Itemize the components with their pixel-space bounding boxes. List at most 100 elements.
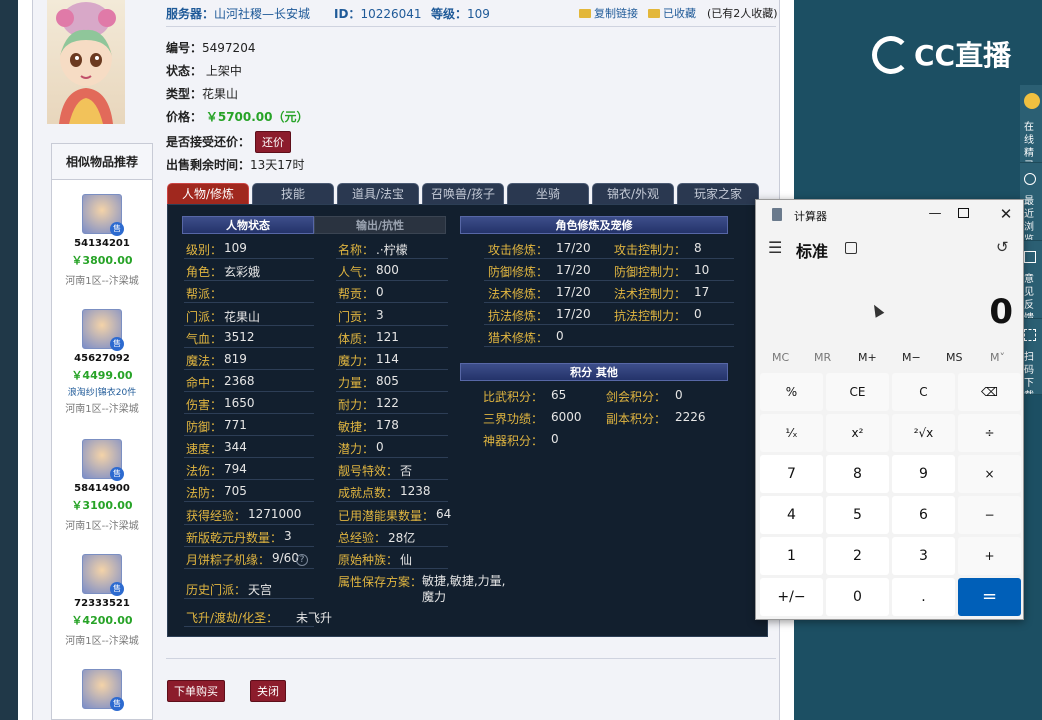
calc-key[interactable]: CE [826, 373, 889, 411]
memory-button[interactable]: M+ [858, 351, 877, 364]
menu-icon[interactable]: ☰ [768, 238, 782, 257]
memory-button[interactable]: M− [902, 351, 921, 364]
calc-key[interactable]: 9 [892, 455, 955, 493]
stat-label: 总经验： [338, 531, 387, 545]
row-divider [184, 413, 314, 414]
stat-label: 防御控制力： [614, 265, 687, 279]
row-divider [336, 457, 448, 458]
similar-item[interactable]: 售 58414900 ￥3100.00 河南1区--汴梁城 [52, 439, 152, 532]
calc-key[interactable]: 7 [760, 455, 823, 493]
calc-key[interactable]: 3 [892, 537, 955, 575]
stat-label: 帮贡： [338, 287, 375, 301]
window-close-button[interactable]: ✕ [994, 202, 1018, 226]
row-divider [184, 302, 314, 303]
calc-key[interactable]: = [958, 578, 1021, 616]
stat-value: 1238 [400, 484, 431, 498]
keep-on-top-icon[interactable] [845, 242, 857, 254]
sale-tag-icon: 售 [110, 582, 124, 596]
stat-label: 力量： [338, 376, 375, 390]
stat-value: 794 [224, 462, 247, 476]
tab-mounts[interactable]: 坐骑 [507, 183, 589, 204]
stat-label: 月饼粽子机缘： [186, 553, 271, 567]
item-thumbnail: 售 [82, 309, 124, 351]
section-output[interactable]: 输出/抗性 [314, 216, 446, 234]
similar-item-extra[interactable]: 浪淘纱|锦衣20件 [52, 385, 152, 398]
row-divider [184, 347, 314, 348]
stat-label: 神器积分： [483, 434, 544, 448]
calc-key[interactable]: 6 [892, 496, 955, 534]
memory-button[interactable]: MC [772, 351, 789, 364]
calc-key[interactable]: . [892, 578, 955, 616]
similar-item[interactable]: 售 [52, 669, 152, 711]
stat-label: 三界功绩： [483, 412, 544, 426]
memory-button[interactable]: MS [946, 351, 962, 364]
calc-key[interactable]: ¹⁄ₓ [760, 414, 823, 452]
bargain-button[interactable]: 还价 [255, 131, 291, 153]
close-button[interactable]: 关闭 [250, 680, 286, 702]
stat-value: 1271000 [248, 507, 302, 521]
cc-swirl-icon [872, 36, 910, 74]
similar-item-price: ￥4200.00 [71, 614, 133, 627]
calc-key[interactable]: % [760, 373, 823, 411]
item-thumbnail: 售 [82, 194, 124, 236]
calc-key[interactable]: 2 [826, 537, 889, 575]
rail-item-online[interactable]: 在线精灵 [1020, 85, 1042, 163]
calc-key[interactable]: 8 [826, 455, 889, 493]
calc-key[interactable]: ⌫ [958, 373, 1021, 411]
calc-key[interactable]: 0 [826, 578, 889, 616]
tab-character[interactable]: 人物/修炼 [167, 183, 249, 204]
minimize-button[interactable]: — [920, 202, 950, 226]
calc-key[interactable]: C [892, 373, 955, 411]
stat-value: 109 [224, 241, 247, 255]
stat-value: 3 [376, 308, 384, 322]
calc-key[interactable]: x² [826, 414, 889, 452]
calc-key[interactable]: ²√x [892, 414, 955, 452]
remaining-time: 出售剩余时间：13天17时 [166, 158, 305, 172]
stat-value: 771 [224, 418, 247, 432]
stat-value: 花果山 [224, 310, 261, 324]
stat-label: 法术控制力： [614, 287, 687, 301]
calc-key[interactable]: 4 [760, 496, 823, 534]
section-status[interactable]: 人物状态 [182, 216, 314, 234]
calc-key[interactable]: + [958, 537, 1021, 575]
level-info: 等级：109 [431, 7, 490, 21]
similar-item[interactable]: 售 72333521 ￥4200.00 河南1区--汴梁城 [52, 554, 152, 647]
maximize-button[interactable] [958, 208, 969, 218]
similar-item-server: 河南1区--汴梁城 [65, 404, 139, 415]
calc-key[interactable]: − [958, 496, 1021, 534]
stat-value: 17/20 [556, 307, 591, 321]
memory-button[interactable]: MR [814, 351, 831, 364]
copy-link-button[interactable]: 复制链接 [579, 5, 638, 21]
stat-label: 飞升/渡劫/化圣： [186, 611, 279, 625]
stat-label: 法术修炼： [488, 287, 549, 301]
stat-value: 819 [224, 352, 247, 366]
character-panel: 人物状态 输出/抗性 角色修炼及宠修 积分 其他 级别： 109 角色： 玄彩娥 帮派：… [167, 204, 768, 637]
row-divider [184, 280, 314, 281]
stat-value: 17/20 [556, 263, 591, 277]
favorite-button[interactable]: 已收藏 [648, 5, 696, 21]
similar-item[interactable]: 售 54134201 ￥3800.00 河南1区--汴梁城 [52, 194, 152, 287]
calc-key[interactable]: × [958, 455, 1021, 493]
calc-key[interactable]: 1 [760, 537, 823, 575]
calc-key[interactable]: ÷ [958, 414, 1021, 452]
stat-value: 122 [376, 396, 399, 410]
buy-button[interactable]: 下单购买 [167, 680, 225, 702]
row-divider [336, 501, 448, 502]
row-divider [184, 391, 314, 392]
tab-outfits[interactable]: 锦衣/外观 [592, 183, 674, 204]
similar-item[interactable]: 售 45627092 ￥4499.00 浪淘纱|锦衣20件 河南1区--汴梁城 [52, 309, 152, 415]
similar-item-server: 河南1区--汴梁城 [65, 521, 139, 532]
help-icon[interactable]: ? [296, 554, 308, 566]
calc-key[interactable]: 5 [826, 496, 889, 534]
tab-skills[interactable]: 技能 [252, 183, 334, 204]
calc-key[interactable]: +/− [760, 578, 823, 616]
row-divider [184, 501, 314, 502]
memory-button[interactable]: M˅ [990, 351, 1005, 364]
stat-label: 属性保存方案： [338, 575, 423, 589]
history-icon[interactable]: ↺ [996, 238, 1009, 256]
tab-player-home[interactable]: 玩家之家 [677, 183, 759, 204]
tab-items[interactable]: 道具/法宝 [337, 183, 419, 204]
tab-pets[interactable]: 召唤兽/孩子 [422, 183, 504, 204]
stat-value: 805 [376, 374, 399, 388]
row-divider [184, 626, 314, 627]
